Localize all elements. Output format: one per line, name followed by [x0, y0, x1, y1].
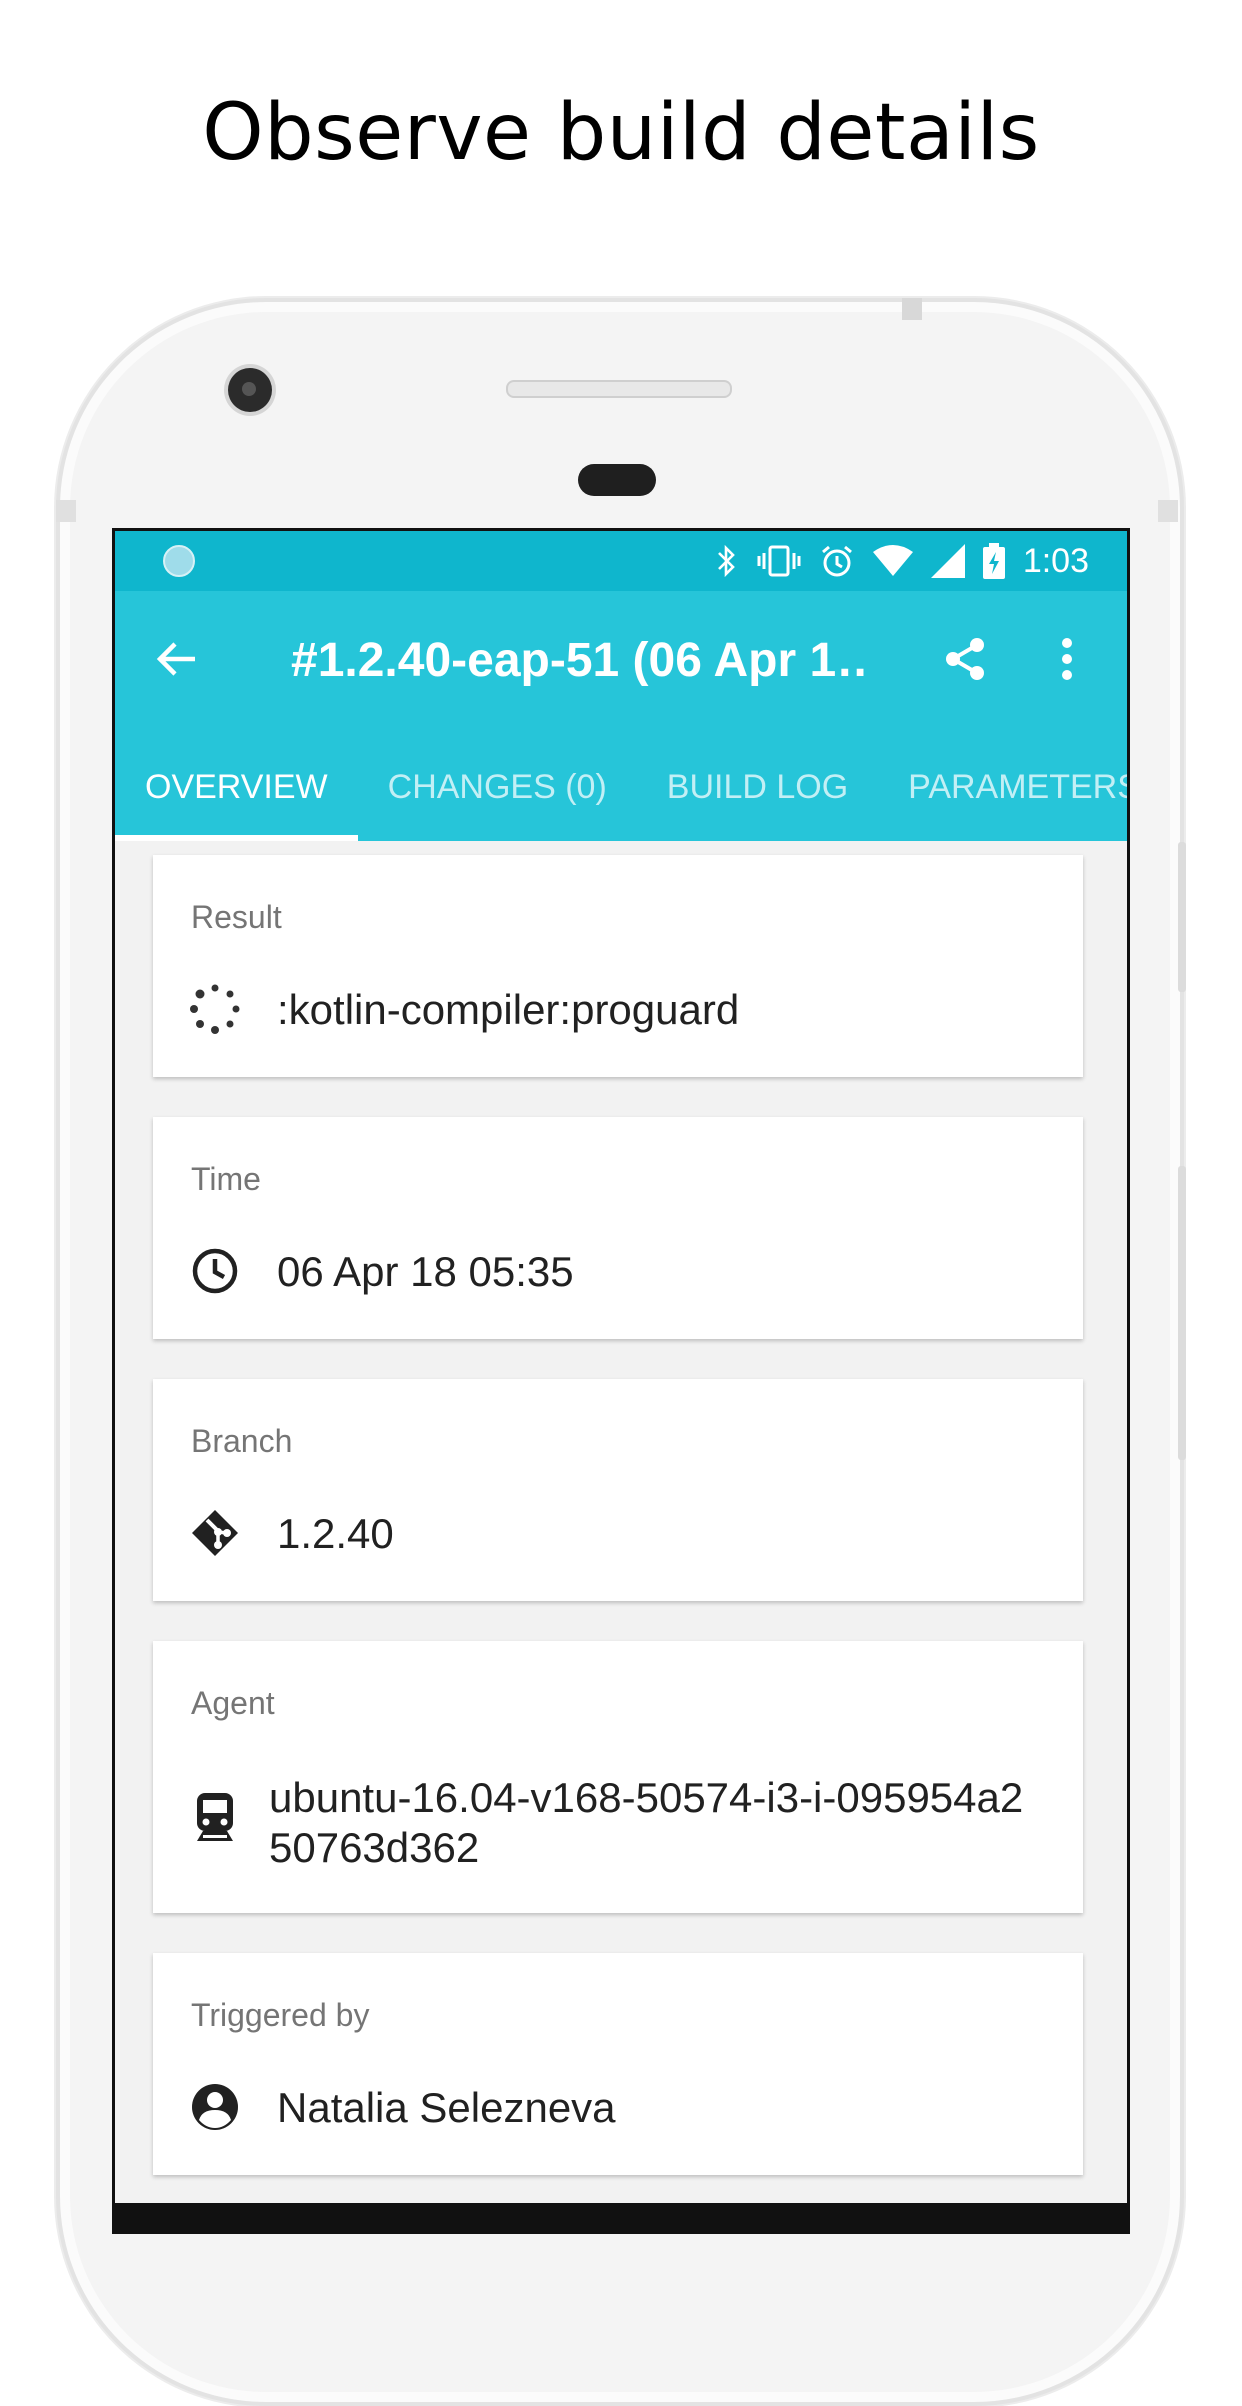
git-branch-icon — [189, 1507, 241, 1559]
triggered-by-value: Natalia Selezneva — [277, 2084, 616, 2131]
time-value: 06 Apr 18 05:35 — [277, 1248, 574, 1295]
card-label: Agent — [191, 1685, 275, 1721]
time-card: Time 06 Apr 18 05:35 — [153, 1117, 1083, 1339]
phone-power-button — [1178, 1166, 1186, 1460]
phone-volume-button — [1178, 842, 1186, 992]
battery-charging-icon — [982, 543, 1005, 579]
back-button[interactable] — [145, 627, 209, 691]
overview-content: Result :kotlin-compiler:proguard Time 06… — [115, 841, 1127, 2231]
proximity-sensor — [578, 464, 656, 496]
phone-edge-right — [1158, 500, 1178, 522]
page-title: #1.2.40-eap-51 (06 Apr 1… — [291, 634, 871, 687]
card-label: Triggered by — [191, 1997, 370, 2033]
more-vert-icon — [1062, 638, 1072, 680]
phone-top-edge — [902, 298, 922, 320]
train-icon — [189, 1791, 241, 1843]
clock-icon — [189, 1245, 241, 1297]
status-icons: 1:03 — [715, 539, 1089, 583]
branch-card: Branch 1.2.40 — [153, 1379, 1083, 1601]
wifi-icon — [872, 544, 913, 578]
card-label: Result — [191, 899, 282, 935]
tab-build-log[interactable]: BUILD LOG — [637, 733, 878, 841]
loading-spinner-icon — [189, 983, 241, 1035]
earpiece-speaker — [506, 380, 732, 398]
phone-screen: 1:03 #1.2.40-eap-51 (06 Apr 1… OVERVIEW … — [112, 528, 1130, 2234]
card-label: Time — [191, 1161, 261, 1197]
app-bar: #1.2.40-eap-51 (06 Apr 1… OVERVIEW CHANG… — [115, 591, 1127, 841]
tab-bar: OVERVIEW CHANGES (0) BUILD LOG PARAMETER… — [115, 733, 1127, 841]
status-time: 1:03 — [1022, 541, 1089, 580]
headline: Observe build details — [202, 88, 1040, 178]
share-icon — [946, 638, 984, 680]
tab-overview[interactable]: OVERVIEW — [115, 733, 358, 841]
arrow-back-icon — [156, 642, 195, 676]
agent-value: ubuntu-16.04-v168-50574-i3-i-095954a2 50… — [269, 1773, 1069, 1873]
vibrate-icon — [757, 543, 801, 579]
account-circle-icon — [189, 2081, 241, 2133]
bluetooth-icon — [715, 543, 739, 579]
notification-dot-icon — [163, 545, 195, 577]
status-bar: 1:03 — [115, 531, 1127, 591]
phone-edge-left — [56, 500, 76, 522]
agent-card: Agent ubuntu-16.04-v168-50574-i3-i-09595… — [153, 1641, 1083, 1913]
card-label: Branch — [191, 1423, 293, 1459]
alarm-icon — [819, 543, 855, 579]
share-button[interactable] — [933, 627, 997, 691]
agent-value-line1: ubuntu-16.04-v168-50574-i3-i-095954a2 — [269, 1774, 1024, 1821]
tab-changes[interactable]: CHANGES (0) — [358, 733, 637, 841]
more-options-button[interactable] — [1035, 627, 1099, 691]
tab-parameters[interactable]: PARAMETERS — [878, 733, 1127, 841]
agent-value-line2: 50763d362 — [269, 1824, 480, 1871]
branch-value: 1.2.40 — [277, 1510, 394, 1557]
front-camera — [228, 368, 272, 412]
cell-signal-icon — [930, 544, 965, 578]
result-card: Result :kotlin-compiler:proguard — [153, 855, 1083, 1077]
triggered-by-card: Triggered by Natalia Selezneva — [153, 1953, 1083, 2175]
result-value: :kotlin-compiler:proguard — [277, 986, 740, 1033]
